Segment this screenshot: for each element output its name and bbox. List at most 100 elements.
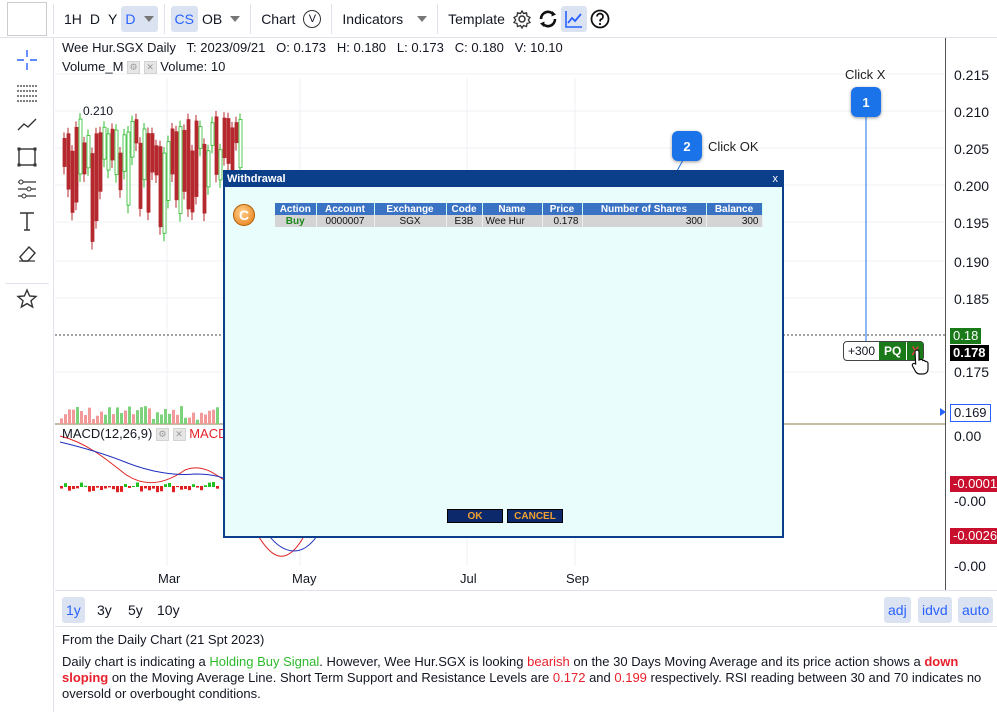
macd-histogram-bar	[152, 486, 155, 489]
legend-high: H: 0.180	[336, 40, 387, 55]
price-tick: 0.205	[954, 141, 990, 157]
candle-body	[66, 133, 71, 190]
column-header: Code	[446, 203, 483, 215]
toolbar-divider	[163, 3, 165, 34]
macd-histogram-bar	[168, 482, 171, 487]
candle-body	[234, 122, 239, 144]
price-axis[interactable]: 0.215 0.210 0.205 0.200 0.195 0.190 0.18…	[945, 38, 997, 590]
table-header-row: Action Account Exchange Code Name Price …	[275, 203, 763, 215]
range-10y-button[interactable]: 10y	[153, 597, 184, 623]
indicator-settings-icon[interactable]: ⚙	[155, 428, 169, 442]
analysis-panel: From the Daily Chart (21 Spt 2023) Daily…	[55, 626, 997, 712]
interval-y[interactable]: Y	[104, 6, 121, 32]
macd-histogram-bar	[60, 486, 63, 489]
candle-body	[134, 119, 139, 144]
macd-histogram-bar	[172, 486, 175, 493]
macd-histogram-bar	[100, 486, 103, 490]
price-tick: 0.195	[954, 215, 990, 231]
order-price-tag: 0.178	[950, 345, 989, 361]
volume-bar	[196, 419, 199, 424]
macd-histogram-bar	[124, 484, 127, 487]
cell-shares: 300	[582, 215, 707, 227]
time-tick: Jul	[460, 571, 477, 586]
macd-histogram-bar	[136, 482, 139, 487]
resistance-level: 0.199	[614, 670, 647, 685]
horizontal-lines-icon[interactable]	[12, 78, 42, 108]
trend-line-icon[interactable]	[12, 110, 42, 140]
indicator-settings-icon[interactable]: ⚙	[127, 61, 141, 75]
marker-price-tag: 0.169	[950, 404, 991, 422]
refresh-icon[interactable]	[535, 6, 561, 32]
analysis-text: Daily chart is indicating a	[62, 654, 210, 669]
column-header: Exchange	[374, 203, 447, 215]
close-icon[interactable]: x	[773, 172, 779, 187]
ok-button[interactable]: OK	[447, 509, 503, 523]
macd-histogram-bar	[96, 486, 99, 488]
price-tick: 0.190	[954, 254, 990, 270]
toolbar-divider	[53, 3, 54, 34]
macd-indicator-name: MACD(12,26,9)	[62, 426, 153, 441]
candle-body	[86, 135, 91, 169]
candle-body	[122, 134, 127, 172]
volume-bar	[200, 412, 203, 424]
macd-histogram-bar	[188, 486, 191, 491]
template-menu[interactable]: Template	[444, 6, 509, 32]
candle-body	[114, 129, 119, 175]
settings-gear-icon[interactable]	[509, 6, 535, 32]
range-1y-button[interactable]: 1y	[62, 597, 85, 623]
volume-bar	[148, 408, 151, 424]
eraser-icon[interactable]	[12, 238, 42, 268]
volume-bar	[160, 414, 163, 424]
app-logo[interactable]	[7, 1, 47, 36]
interval-d[interactable]: D	[86, 6, 104, 32]
indicator-remove-icon[interactable]: ✕	[143, 61, 157, 75]
rectangle-icon[interactable]	[12, 142, 42, 172]
dialog-title: Withdrawal	[227, 173, 286, 185]
crosshair-icon[interactable]	[12, 45, 42, 75]
analysis-text: and	[585, 670, 615, 685]
adj-toggle[interactable]: adj	[884, 597, 911, 623]
app-window: 1H D Y D CS OB Chart V Indicators Templa…	[0, 0, 997, 712]
text-tool-icon[interactable]	[12, 206, 42, 236]
range-3y-button[interactable]: 3y	[93, 597, 116, 623]
interval-selector[interactable]: D	[121, 5, 158, 32]
candle-body	[74, 126, 79, 203]
order-pq-button[interactable]: PQ	[879, 342, 907, 360]
time-tick: Sep	[566, 571, 590, 586]
candle-body	[78, 118, 83, 175]
range-5y-button[interactable]: 5y	[124, 597, 147, 623]
toolbar-divider	[331, 3, 333, 34]
chart-menu[interactable]: Chart V	[257, 6, 325, 32]
volume-bar	[112, 414, 115, 424]
cell-account: 0000007	[316, 215, 375, 227]
volume-bar	[88, 407, 91, 424]
line-chart-icon[interactable]	[560, 5, 587, 32]
indicators-menu[interactable]: Indicators	[338, 6, 431, 32]
volume-bar	[116, 407, 119, 424]
macd-histogram-bar	[64, 483, 67, 487]
column-header: Account	[316, 203, 375, 215]
price-tick: 0.210	[954, 104, 990, 120]
macd-histogram-bar	[208, 482, 211, 487]
star-favorites-icon[interactable]	[12, 284, 42, 314]
cs-button[interactable]: CS	[170, 5, 198, 32]
cancel-button[interactable]: CANCEL	[507, 509, 563, 523]
candle-body	[190, 150, 195, 213]
indicator-remove-icon[interactable]: ✕	[172, 428, 186, 442]
volume-bar	[204, 414, 207, 424]
idvd-toggle[interactable]: idvd	[918, 597, 952, 623]
fib-levels-icon[interactable]	[12, 174, 42, 204]
interval-1h[interactable]: 1H	[60, 6, 86, 32]
macd-histogram-bar	[204, 485, 207, 487]
analysis-text: on the Moving Average Line. Short Term S…	[108, 670, 553, 685]
withdrawal-table: Action Account Exchange Code Name Price …	[275, 203, 763, 227]
volume-bar	[172, 409, 175, 424]
help-icon[interactable]	[587, 6, 613, 32]
chart-type-badge: V	[308, 12, 317, 25]
price-tick: 0.185	[954, 291, 990, 307]
ob-selector[interactable]: OB	[198, 6, 244, 32]
volume-bar	[64, 414, 67, 424]
auto-scale-toggle[interactable]: auto	[958, 597, 994, 623]
macd-histogram-bar	[160, 486, 163, 492]
cell-balance: 300	[706, 215, 763, 227]
